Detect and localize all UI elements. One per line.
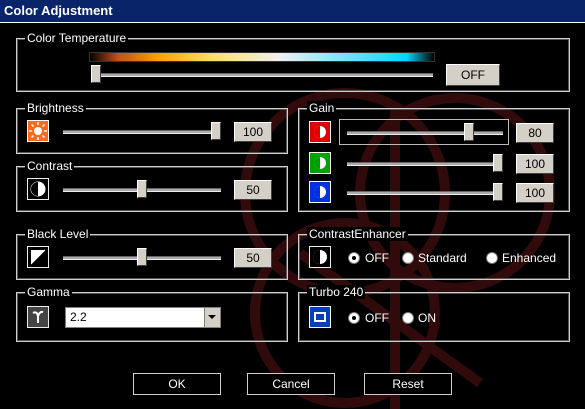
- black-level-label: Black Level: [25, 227, 91, 241]
- gamma-group: Gamma 2.2: [16, 285, 288, 342]
- cancel-button-label: Cancel: [272, 377, 310, 391]
- black-level-icon[interactable]: [27, 246, 49, 268]
- color-temperature-gradient: [89, 52, 435, 62]
- gain-blue-icon[interactable]: [309, 181, 331, 203]
- contrast-enhancer-icon[interactable]: [309, 246, 331, 268]
- reset-button[interactable]: Reset: [364, 373, 452, 395]
- chevron-down-icon[interactable]: [204, 308, 220, 327]
- cancel-button[interactable]: Cancel: [247, 373, 335, 395]
- contrast-enhancer-standard-radio[interactable]: [402, 252, 414, 264]
- ok-button[interactable]: OK: [133, 373, 221, 395]
- contrast-enhancer-standard-label[interactable]: Standard: [418, 251, 467, 265]
- gain-green-track[interactable]: [347, 162, 503, 166]
- brightness-slider-thumb[interactable]: [211, 122, 221, 140]
- turbo-on-label[interactable]: ON: [418, 311, 436, 325]
- gain-blue-slider-thumb[interactable]: [493, 183, 503, 201]
- turbo-label: Turbo 240: [307, 285, 366, 299]
- gamma-label: Gamma: [25, 285, 72, 299]
- gain-red-icon[interactable]: [309, 121, 331, 143]
- brightness-value[interactable]: 100: [234, 122, 272, 142]
- contrast-enhancer-off-label[interactable]: OFF: [365, 251, 389, 265]
- gain-red-slider-thumb[interactable]: [463, 123, 474, 141]
- contrast-enhancer-enhanced-label[interactable]: Enhanced: [502, 251, 556, 265]
- contrast-value[interactable]: 50: [234, 180, 272, 200]
- color-temperature-group: Color Temperature OFF: [16, 31, 570, 92]
- black-level-value[interactable]: 50: [234, 248, 272, 268]
- turbo-off-radio[interactable]: [348, 312, 360, 324]
- contrast-slider-thumb[interactable]: [137, 180, 147, 198]
- contrast-group: Contrast 50: [16, 159, 288, 212]
- reset-button-label: Reset: [392, 377, 424, 391]
- color-temperature-off-button[interactable]: OFF: [446, 64, 500, 86]
- brightness-group: Brightness 100: [16, 101, 288, 154]
- black-level-slider-thumb[interactable]: [137, 248, 147, 266]
- contrast-label: Contrast: [25, 159, 75, 173]
- turbo-icon[interactable]: [309, 306, 331, 328]
- turbo-group: Turbo 240 OFF ON: [298, 285, 570, 342]
- color-adjustment-window: Color Adjustment Color Temperature OFF B…: [0, 0, 585, 409]
- color-temperature-label: Color Temperature: [25, 31, 129, 45]
- turbo-on-radio[interactable]: [402, 312, 414, 324]
- window-title: Color Adjustment: [4, 3, 113, 18]
- title-bar[interactable]: Color Adjustment: [0, 0, 585, 23]
- gamma-select[interactable]: 2.2: [65, 307, 221, 328]
- ok-button-label: OK: [168, 377, 186, 391]
- color-temperature-slider-thumb[interactable]: [91, 65, 101, 83]
- brightness-sun-icon[interactable]: [27, 120, 49, 142]
- gain-green-icon[interactable]: [309, 152, 331, 174]
- gain-red-track[interactable]: [347, 131, 503, 135]
- contrast-enhancer-off-radio[interactable]: [348, 252, 360, 264]
- turbo-off-label[interactable]: OFF: [365, 311, 389, 325]
- gain-blue-track[interactable]: [347, 191, 503, 195]
- gain-group: Gain 80 100 100: [298, 101, 570, 212]
- gain-red-value[interactable]: 80: [516, 123, 554, 143]
- gamma-selected-value: 2.2: [70, 310, 87, 324]
- brightness-track[interactable]: [63, 130, 221, 134]
- contrast-enhancer-group: ContrastEnhancer OFF Standard Enhanced: [298, 227, 570, 280]
- black-level-group: Black Level 50: [16, 227, 288, 280]
- gamma-icon[interactable]: [27, 306, 49, 328]
- contrast-circle-icon[interactable]: [27, 178, 49, 200]
- contrast-enhancer-enhanced-radio[interactable]: [486, 252, 498, 264]
- brightness-label: Brightness: [25, 101, 86, 115]
- dialog-client-area: Color Temperature OFF Brightness 100 Con…: [0, 23, 585, 409]
- gain-label: Gain: [307, 101, 337, 115]
- gain-green-value[interactable]: 100: [516, 154, 554, 174]
- contrast-enhancer-label: ContrastEnhancer: [307, 227, 408, 241]
- color-temperature-track[interactable]: [93, 73, 433, 77]
- gain-blue-value[interactable]: 100: [516, 183, 554, 203]
- gain-green-slider-thumb[interactable]: [493, 154, 503, 172]
